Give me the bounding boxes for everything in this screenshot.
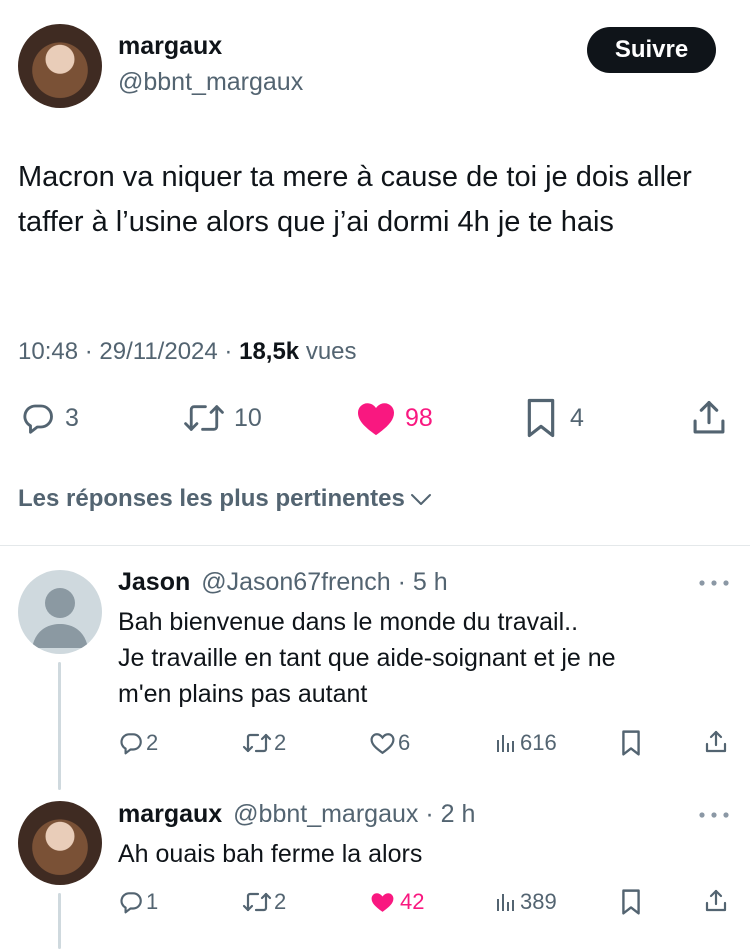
reply-icon [20,400,56,436]
reply-header: margaux @bbnt_margaux · 2 h [118,800,475,829]
reply-author-name[interactable]: margaux [118,800,222,828]
reply-text: Bah bienvenue dans le monde du travail..… [118,604,616,712]
author-handle[interactable]: @bbnt_margaux [118,68,303,97]
reply-like-count: 42 [400,889,425,914]
reply-author-name[interactable]: Jason [118,568,190,596]
bookmark-icon[interactable] [621,889,641,915]
sort-label: Les réponses les plus pertinentes [18,485,405,512]
reply-retweet-count: 2 [274,730,287,755]
reply-text-line: Ah ouais bah ferme la alors [118,840,423,868]
chevron-down-icon [409,489,433,509]
follow-label: Suivre [614,36,689,63]
views-icon [494,890,518,914]
reply-avatar[interactable] [18,570,102,654]
reply-count: 3 [65,403,79,432]
tweet-meta: 10:48 · 29/11/2024 · 18,5k vues [18,338,357,366]
views-label: vues [305,338,357,365]
retweet-count: 10 [234,403,262,432]
reply-retweet-button[interactable]: 2 [242,887,286,917]
replies-sort-dropdown[interactable]: Les réponses les plus pertinentes [18,482,433,516]
heart-outline-icon [369,731,396,755]
reply-text: Ah ouais bah ferme la alors [118,836,422,872]
reply-like-button[interactable]: 6 [369,728,410,758]
reply-reply-button[interactable]: 1 [118,887,158,917]
retweet-icon [242,731,272,755]
more-icon[interactable] [697,578,731,588]
retweet-button[interactable]: 10 [182,398,262,438]
reply-like-button[interactable]: 42 [369,887,424,917]
heart-icon [369,890,396,914]
share-icon[interactable] [705,888,727,914]
bookmark-count: 4 [570,403,584,432]
reply-text-line: Bah bienvenue dans le monde du travail.. [118,608,579,636]
reply-text-line: m'en plains pas autant [118,680,368,708]
meta-separator: · [224,338,240,365]
reply-icon [118,730,144,756]
reply-author-handle[interactable]: @Jason67french [201,568,390,596]
bookmark-icon [526,398,556,438]
views-count: 18,5k [239,338,300,365]
tweet-time[interactable]: 10:48 [18,338,78,365]
tweet-text: Macron va niquer ta mere à cause de toi … [18,161,692,238]
reply-views-button[interactable]: 389 [494,887,557,917]
reply-text-line: Je travaille en tant que aide-soignant e… [118,644,616,672]
reply-age[interactable]: 5 h [413,568,448,596]
retweet-icon [182,401,226,435]
reply-retweet-button[interactable]: 2 [242,728,286,758]
reply-like-count: 6 [398,730,411,755]
reply-icon [118,889,144,915]
meta-separator: · [397,568,406,596]
thread-line [58,662,61,790]
reply-button[interactable]: 3 [20,398,79,438]
reply-reply-count: 1 [146,889,159,914]
reply-retweet-count: 2 [274,889,287,914]
meta-separator: · [84,338,100,365]
more-icon[interactable] [697,810,731,820]
share-button[interactable] [692,398,726,438]
reply-header: Jason @Jason67french · 5 h [118,568,448,597]
like-button[interactable]: 98 [356,398,433,438]
meta-separator: · [425,800,434,828]
heart-icon [356,400,396,436]
reply-views-count: 389 [520,889,557,914]
thread-line [58,893,61,949]
default-avatar-icon [32,588,88,648]
author-name[interactable]: margaux [118,32,222,61]
tweet-date[interactable]: 29/11/2024 [99,338,217,365]
author-avatar[interactable] [18,24,102,108]
share-icon[interactable] [705,729,727,755]
reply-views-button[interactable]: 616 [494,728,557,758]
follow-button[interactable]: Suivre [587,27,716,73]
bookmark-button[interactable]: 4 [526,398,584,438]
divider [0,545,750,546]
reply-avatar[interactable] [18,801,102,885]
share-icon [692,399,726,437]
reply-author-handle[interactable]: @bbnt_margaux [233,800,418,828]
reply-views-count: 616 [520,730,557,755]
reply-reply-count: 2 [146,730,159,755]
views-icon [494,731,518,755]
bookmark-icon[interactable] [621,730,641,756]
like-count: 98 [405,403,433,432]
retweet-icon [242,890,272,914]
reply-reply-button[interactable]: 2 [118,728,158,758]
reply-age[interactable]: 2 h [441,800,476,828]
